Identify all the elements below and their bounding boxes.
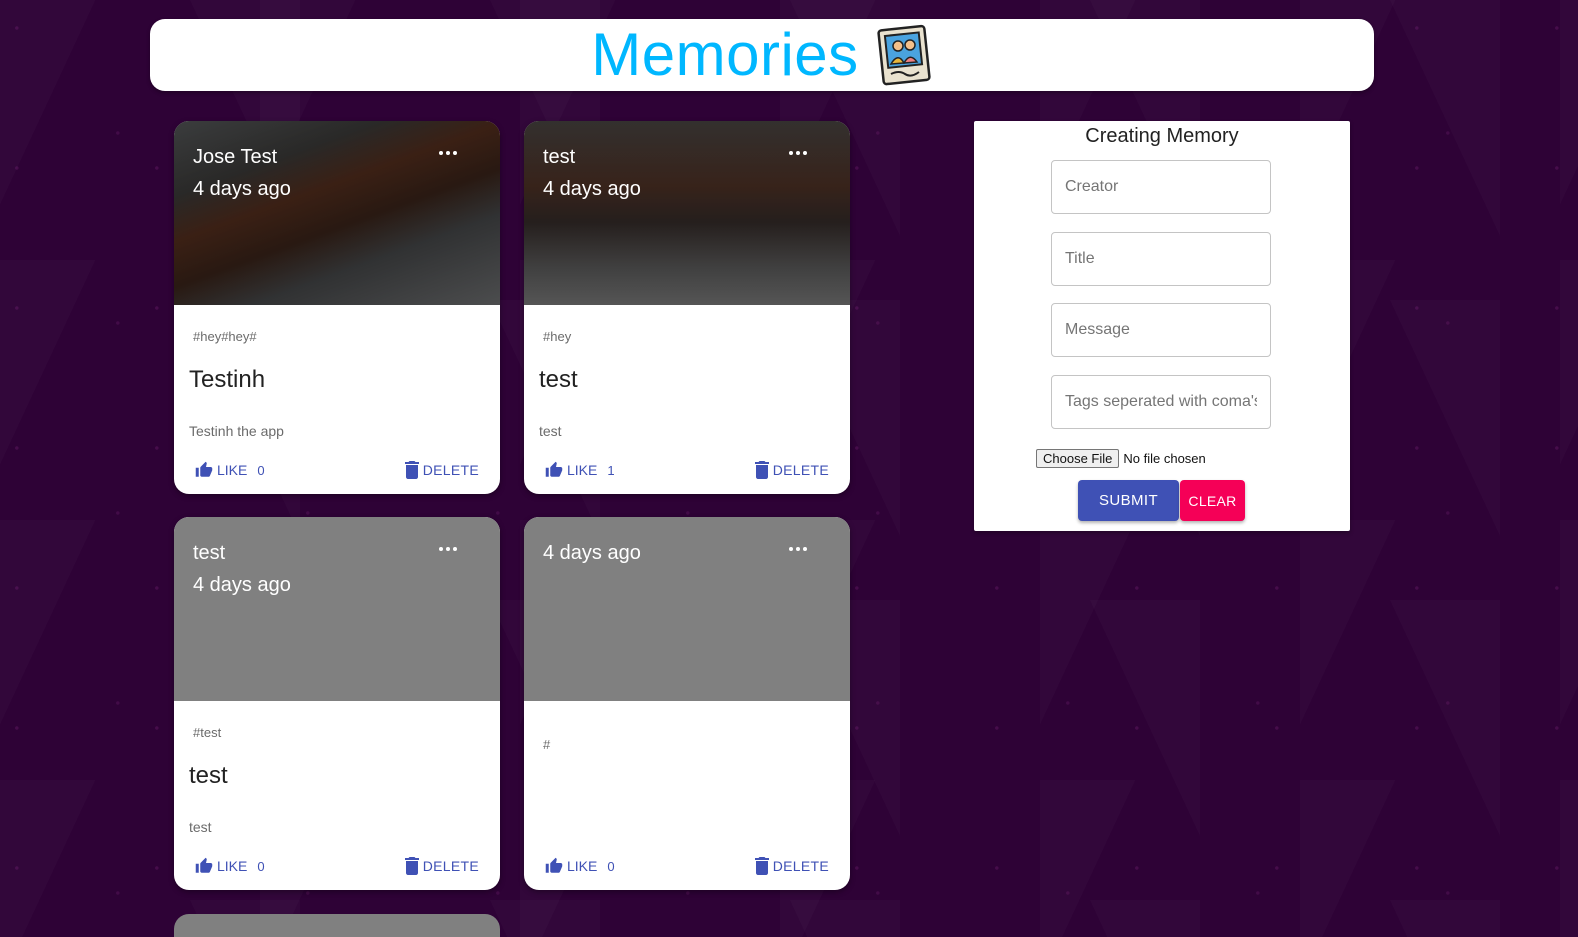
memory-card: test 4 days ago #hey test test LIKE 1 DE… xyxy=(524,121,850,494)
delete-button[interactable]: DELETE xyxy=(754,857,829,875)
tags-input[interactable] xyxy=(1051,375,1271,429)
card-actions: LIKE 0 DELETE xyxy=(174,461,500,487)
like-label: LIKE xyxy=(567,462,598,478)
card-title: Testinh xyxy=(189,366,266,393)
card-image: test 4 days ago xyxy=(524,121,850,305)
app-bar: Memories xyxy=(150,19,1374,91)
card-actions: LIKE 0 DELETE xyxy=(174,857,500,883)
like-label: LIKE xyxy=(217,858,248,874)
submit-button[interactable]: SUBMIT xyxy=(1078,480,1179,521)
like-button[interactable]: LIKE 0 xyxy=(195,461,265,479)
file-picker: Choose File No file chosen xyxy=(1036,449,1206,468)
card-creator: Jose Test xyxy=(193,146,278,168)
card-tags: #hey#hey# xyxy=(193,329,257,344)
like-button[interactable]: LIKE 0 xyxy=(545,857,615,875)
memory-card: Jose Test 4 days ago #hey#hey# Testinh T… xyxy=(174,121,500,494)
card-creator: test xyxy=(543,146,576,168)
more-horiz-icon[interactable] xyxy=(436,541,460,557)
card-tags: # xyxy=(543,737,551,752)
like-count: 0 xyxy=(257,858,265,874)
create-memory-form: Creating Memory Choose File No file chos… xyxy=(974,121,1350,531)
thumb-up-icon xyxy=(195,857,213,873)
like-label: LIKE xyxy=(567,858,598,874)
trash-icon xyxy=(754,857,769,875)
like-button[interactable]: LIKE 0 xyxy=(195,857,265,875)
more-horiz-icon[interactable] xyxy=(786,145,810,161)
card-time: 4 days ago xyxy=(543,178,641,200)
card-time: 4 days ago xyxy=(193,178,291,200)
title-input[interactable] xyxy=(1051,232,1271,286)
card-tags: #hey xyxy=(543,329,572,344)
card-message: Testinh the app xyxy=(189,423,284,439)
card-message: test xyxy=(539,423,562,439)
memory-card: test 4 days ago #test test test LIKE 0 D… xyxy=(174,517,500,890)
card-image: 4 days ago xyxy=(524,517,850,701)
choose-file-button[interactable]: Choose File xyxy=(1036,449,1120,468)
trash-icon xyxy=(404,461,419,479)
delete-label: DELETE xyxy=(422,462,479,478)
memory-card-partial xyxy=(174,914,500,937)
card-title: test xyxy=(539,366,578,393)
trash-icon xyxy=(754,461,769,479)
clear-button[interactable]: CLEAR xyxy=(1180,480,1245,521)
message-input[interactable] xyxy=(1051,303,1271,357)
thumb-up-icon xyxy=(195,461,213,477)
card-actions: LIKE 0 DELETE xyxy=(524,857,850,883)
card-creator: test xyxy=(193,542,226,564)
memory-card: 4 days ago # LIKE 0 DELETE xyxy=(524,517,850,890)
delete-label: DELETE xyxy=(772,462,829,478)
card-time: 4 days ago xyxy=(543,542,641,564)
thumb-up-icon xyxy=(545,857,563,873)
card-actions: LIKE 1 DELETE xyxy=(524,461,850,487)
card-message: test xyxy=(189,819,212,835)
delete-label: DELETE xyxy=(422,858,479,874)
like-label: LIKE xyxy=(217,462,248,478)
app-title: Memories xyxy=(591,21,859,88)
like-count: 1 xyxy=(607,462,615,478)
card-time: 4 days ago xyxy=(193,574,291,596)
delete-button[interactable]: DELETE xyxy=(404,857,479,875)
card-image: test 4 days ago xyxy=(174,517,500,701)
more-horiz-icon[interactable] xyxy=(786,541,810,557)
delete-button[interactable]: DELETE xyxy=(404,461,479,479)
delete-button[interactable]: DELETE xyxy=(754,461,829,479)
more-horiz-icon[interactable] xyxy=(436,145,460,161)
card-title: test xyxy=(189,762,228,789)
delete-label: DELETE xyxy=(772,858,829,874)
like-count: 0 xyxy=(257,462,265,478)
trash-icon xyxy=(404,857,419,875)
file-status: No file chosen xyxy=(1123,451,1206,466)
creator-input[interactable] xyxy=(1051,160,1271,214)
thumb-up-icon xyxy=(545,461,563,477)
form-heading: Creating Memory xyxy=(1085,125,1239,147)
like-count: 0 xyxy=(607,858,615,874)
memories-photo-icon xyxy=(877,24,931,86)
card-tags: #test xyxy=(193,725,222,740)
like-button[interactable]: LIKE 1 xyxy=(545,461,615,479)
card-image: Jose Test 4 days ago xyxy=(174,121,500,305)
